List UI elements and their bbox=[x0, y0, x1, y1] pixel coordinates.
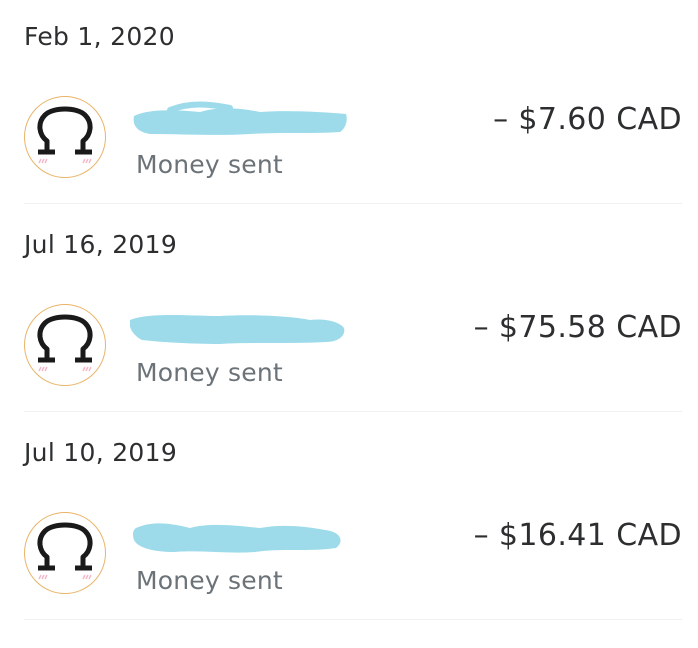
row-divider bbox=[24, 619, 682, 620]
transaction-row[interactable]: Money sent – $16.41 CAD bbox=[0, 502, 698, 620]
transaction-amount: – $75.58 CAD bbox=[473, 310, 682, 345]
transaction-row[interactable]: Money sent – $75.58 CAD bbox=[0, 294, 698, 412]
omega-face-avatar-icon bbox=[24, 512, 106, 594]
redacted-name bbox=[132, 523, 341, 553]
transaction-amount: – $16.41 CAD bbox=[473, 518, 682, 553]
transaction-status: Money sent bbox=[136, 566, 283, 595]
redacted-name bbox=[130, 315, 345, 344]
date-header: Feb 1, 2020 bbox=[24, 22, 175, 51]
redacted-name bbox=[133, 101, 347, 135]
omega-face-avatar-icon bbox=[24, 304, 106, 386]
date-header: Jul 10, 2019 bbox=[24, 438, 178, 467]
date-header: Jul 16, 2019 bbox=[24, 230, 178, 259]
omega-face-avatar-icon bbox=[24, 96, 106, 178]
transaction-row[interactable]: Money sent – $7.60 CAD bbox=[0, 86, 698, 204]
row-divider bbox=[24, 203, 682, 204]
transaction-status: Money sent bbox=[136, 150, 283, 179]
row-divider bbox=[24, 411, 682, 412]
transaction-amount: – $7.60 CAD bbox=[493, 102, 682, 137]
transaction-status: Money sent bbox=[136, 358, 283, 387]
